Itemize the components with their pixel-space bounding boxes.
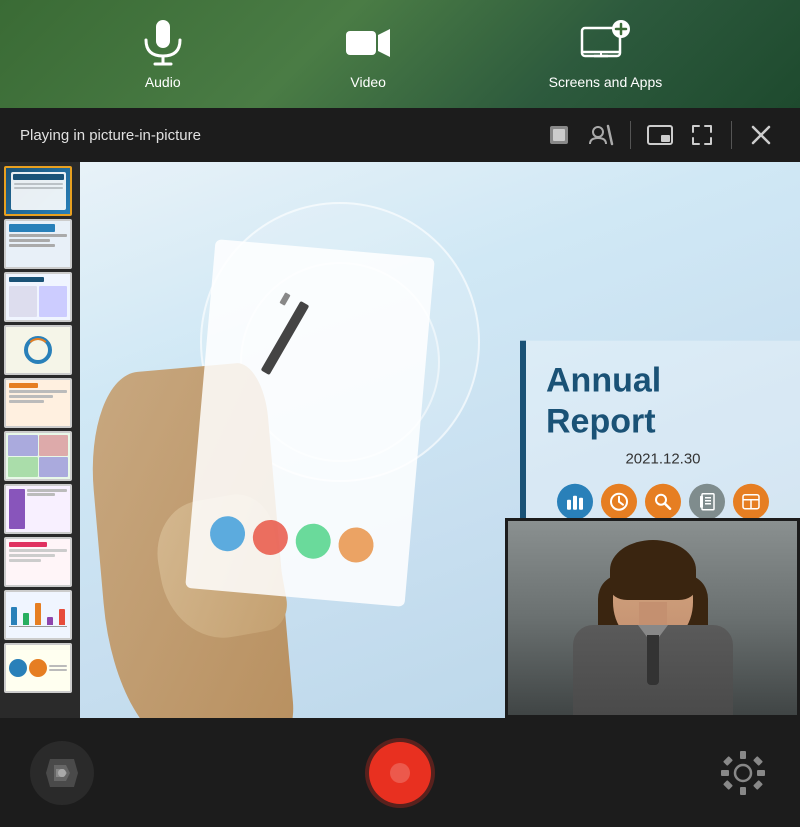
slide-thumb-6[interactable] [4,431,72,481]
pip-video [505,518,800,718]
audio-label: Audio [145,74,181,90]
stop-video-button[interactable] [540,116,578,154]
slide-thumb-2[interactable] [4,219,72,269]
pip-button[interactable] [641,116,679,154]
report-icon-search [645,483,681,519]
hand-illustration [80,198,500,718]
close-button[interactable] [742,116,780,154]
annual-report-title: Annual Report [546,361,780,443]
divider-2 [731,121,732,149]
fullscreen-button[interactable] [683,116,721,154]
slide-thumb-5[interactable] [4,378,72,428]
top-bar: Audio Video Screens and Apps [0,0,800,108]
person-hair-top [610,540,696,600]
report-icon-chart [557,483,593,519]
main-area: Annual Report 2021.12.30 [0,162,800,718]
annual-report-icons [546,483,780,519]
annual-report-date: 2021.12.30 [546,450,780,467]
annual-report-section: Annual Report 2021.12.30 [520,341,800,540]
settings-button[interactable] [716,746,770,800]
report-icon-list [733,483,769,519]
slide-thumb-3[interactable] [4,272,72,322]
control-bar: Playing in picture-in-picture [0,108,800,162]
audio-icon [138,18,188,68]
record-button[interactable] [369,742,431,804]
video-label: Video [350,74,386,90]
slide-thumb-9[interactable] [4,590,72,640]
screens-apps-button[interactable]: Screens and Apps [549,18,663,90]
slide-thumb-8[interactable] [4,537,72,587]
report-icon-clock [601,483,637,519]
slide-thumb-7[interactable] [4,484,72,534]
status-text: Playing in picture-in-picture [20,127,524,144]
slide-thumb-4[interactable] [4,325,72,375]
slide-thumb-1[interactable] [4,166,72,216]
person-body [573,625,733,715]
presentation-area: Annual Report 2021.12.30 [80,162,800,718]
person-figure [508,521,797,715]
divider-1 [630,121,631,149]
screens-apps-icon [580,18,630,68]
report-icon-notebook [689,483,725,519]
audio-button[interactable]: Audio [138,18,188,90]
no-video-button[interactable] [582,116,620,154]
logo-button[interactable] [30,741,94,805]
slide-thumb-10[interactable] [4,643,72,693]
slide-panel [0,162,80,718]
bottom-bar [0,718,800,827]
screens-apps-label: Screens and Apps [549,74,663,90]
video-icon [343,18,393,68]
record-indicator [390,763,410,783]
control-buttons [540,116,780,154]
video-button[interactable]: Video [343,18,393,90]
